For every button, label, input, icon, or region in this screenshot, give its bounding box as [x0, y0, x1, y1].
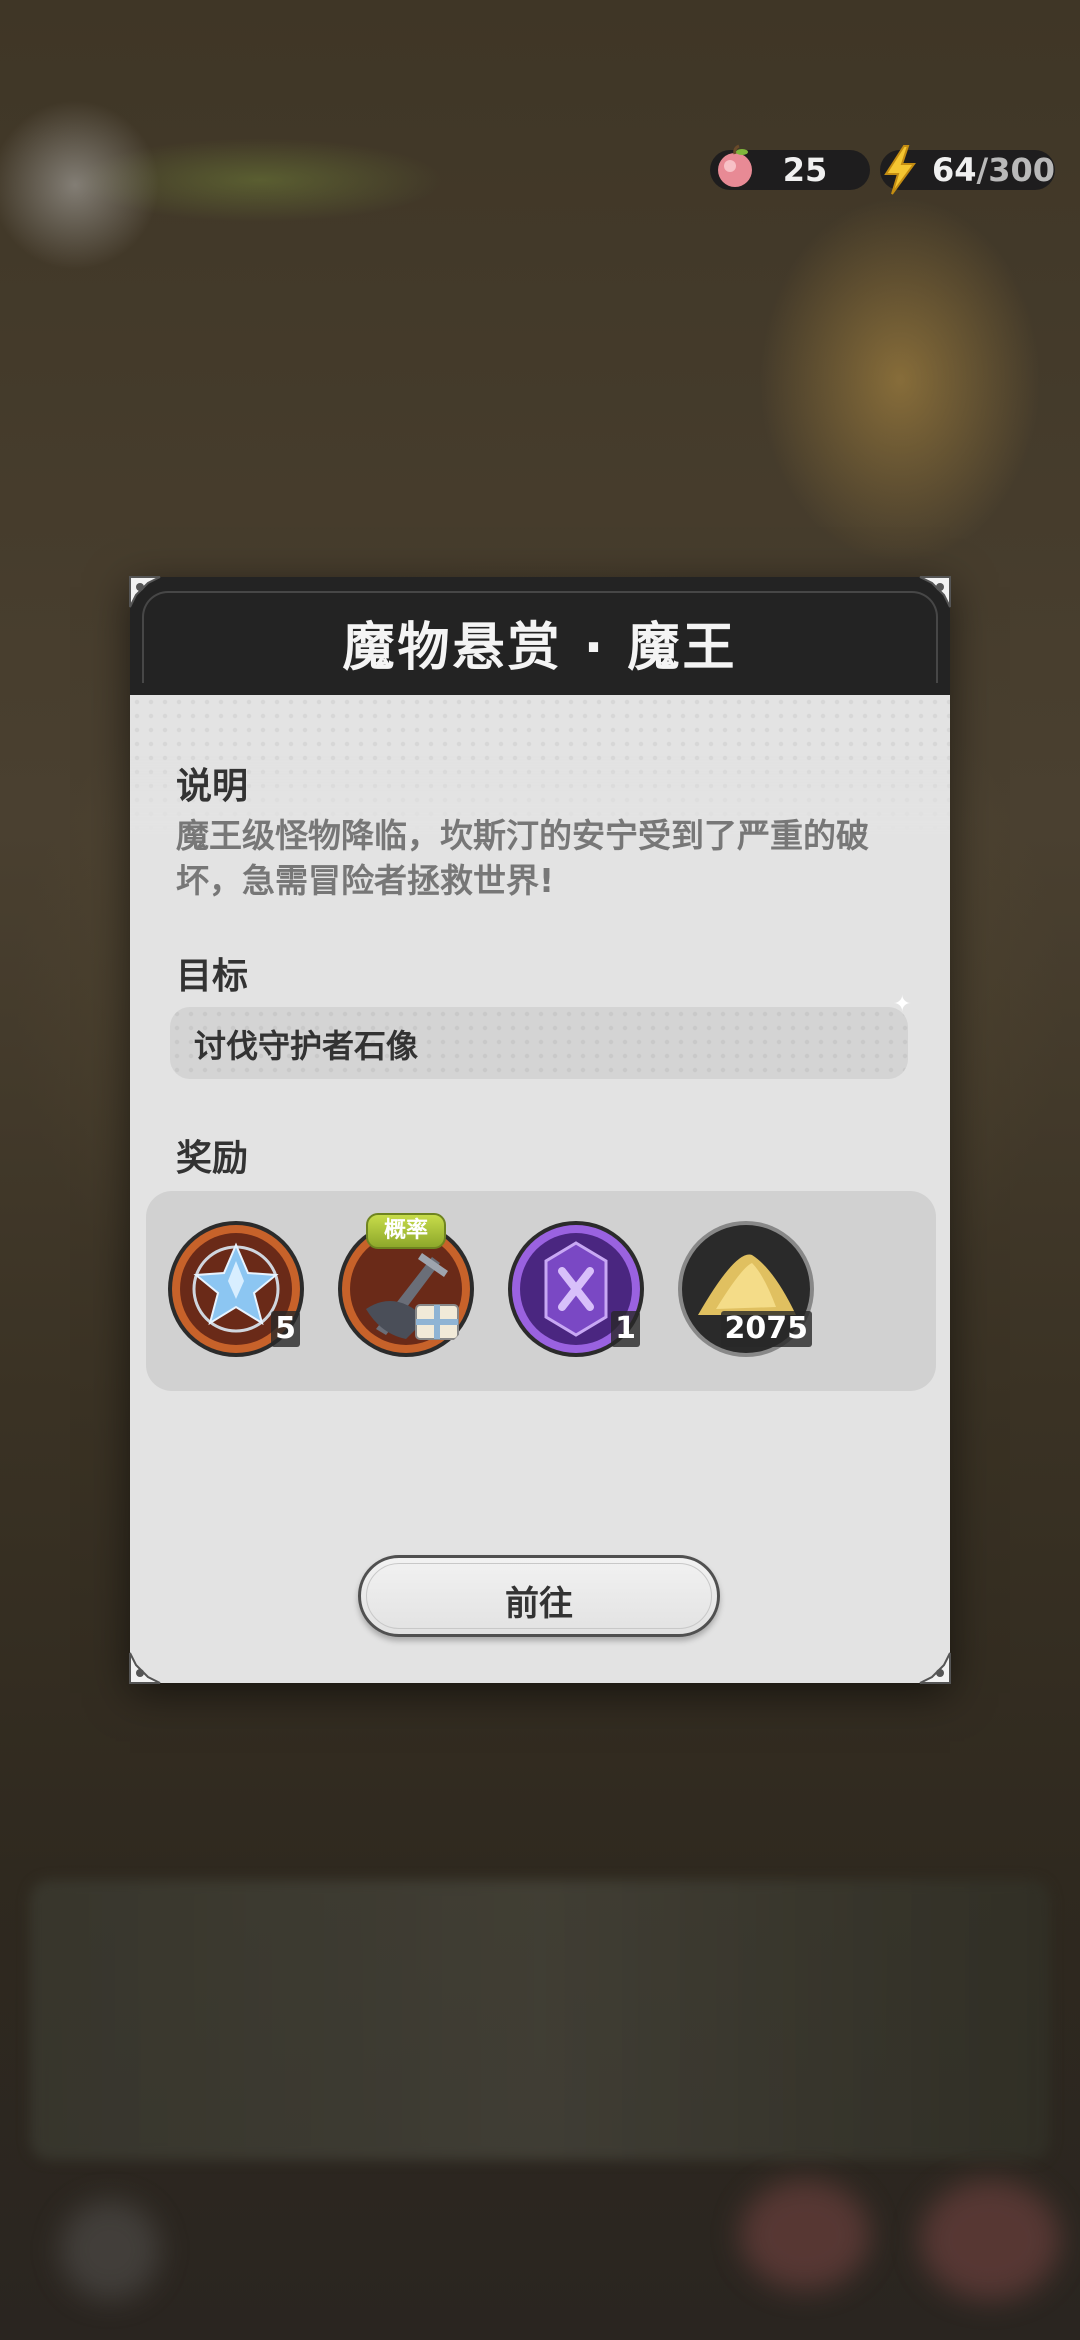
apple-count: 25: [782, 151, 828, 189]
energy-resource-counter[interactable]: 64/300: [880, 145, 1056, 195]
modal-header: 魔物悬赏 · 魔王: [130, 577, 950, 695]
reward-count: 1: [611, 1311, 640, 1347]
energy-count: 64: [932, 151, 977, 189]
sparkle-icon: ✦: [893, 992, 912, 1017]
bounty-modal: 魔物悬赏 · 魔王 说明 魔王级怪物降临，坎斯汀的安宁受到了严重的破 坏，急需冒…: [129, 576, 951, 1684]
description-label: 说明: [176, 766, 249, 807]
reward-item-sword[interactable]: 概率: [336, 1213, 476, 1359]
energy-max: /300: [976, 151, 1056, 189]
target-text: 讨伐守护者石像: [194, 1027, 419, 1065]
go-button[interactable]: 前往: [358, 1555, 720, 1637]
reward-item-gem[interactable]: 1: [506, 1219, 646, 1359]
modal-title: 魔物悬赏 · 魔王: [342, 618, 738, 678]
reward-count: 5: [271, 1311, 300, 1347]
reward-item-gold[interactable]: 2075: [676, 1219, 816, 1359]
reward-label: 奖励: [176, 1138, 249, 1179]
target-label: 目标: [176, 956, 249, 997]
lightning-icon: [880, 144, 920, 204]
reward-panel: 5 概率 1 2075: [146, 1191, 936, 1391]
reward-count: 2075: [720, 1311, 812, 1347]
reward-item-crystal[interactable]: 5: [166, 1219, 306, 1359]
description-text: 魔王级怪物降临，坎斯汀的安宁受到了严重的破 坏，急需冒险者拯救世界!: [176, 816, 869, 900]
apple-resource-counter[interactable]: 25: [710, 144, 870, 190]
corner-ornament-icon: [129, 576, 161, 608]
target-box: 讨伐守护者石像: [170, 1007, 908, 1079]
corner-ornament-icon: [919, 576, 951, 608]
probability-badge: 概率: [366, 1213, 446, 1249]
go-button-label: 前往: [505, 1584, 573, 1624]
corner-ornament-icon: [129, 1652, 161, 1684]
corner-ornament-icon: [919, 1652, 951, 1684]
